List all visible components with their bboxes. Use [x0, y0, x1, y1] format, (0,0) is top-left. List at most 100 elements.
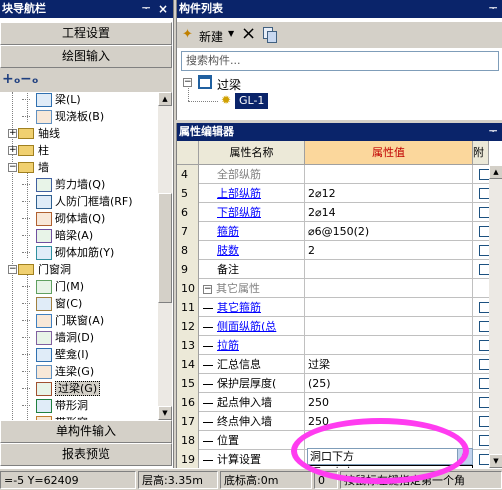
property-value[interactable]	[305, 279, 473, 298]
property-value[interactable]: 过梁	[305, 355, 473, 374]
tree-item[interactable]: 墙洞(D)	[22, 329, 94, 346]
extra-checkbox[interactable]	[479, 264, 489, 275]
property-row[interactable]: 8 肢数 2	[177, 241, 489, 260]
project-settings-button[interactable]: 工程设置	[0, 22, 172, 45]
scroll-down-icon[interactable]: ▼	[489, 454, 502, 468]
collapse-toggle-icon[interactable]: −	[183, 78, 192, 87]
property-row[interactable]: 11 其它箍筋	[177, 298, 489, 317]
property-row[interactable]: 14 汇总信息 过梁	[177, 355, 489, 374]
tree-scrollbar[interactable]: ▲ ▼	[158, 92, 172, 420]
tree-item[interactable]: − 墙	[8, 159, 49, 176]
new-sparkle-icon[interactable]: ✦	[182, 27, 193, 42]
scroll-up-icon[interactable]: ▲	[489, 165, 502, 179]
tree-item[interactable]: 过梁(G)	[22, 380, 101, 397]
scrollbar-thumb[interactable]	[158, 193, 172, 303]
tree-item[interactable]: 现浇板(B)	[22, 108, 104, 125]
property-value[interactable]: 2	[305, 241, 473, 260]
tree-item[interactable]: 砌体墙(Q)	[22, 210, 105, 227]
new-button[interactable]: 新建	[199, 28, 223, 45]
extra-checkbox[interactable]	[479, 340, 489, 351]
property-row[interactable]: 9 备注	[177, 260, 489, 279]
close-icon[interactable]: ×	[158, 0, 168, 18]
tree-item[interactable]: 壁龛(I)	[22, 346, 89, 363]
extra-checkbox[interactable]	[479, 302, 489, 313]
property-value[interactable]: 2⌀14	[305, 203, 473, 222]
component-item-gl1[interactable]: GL-1	[235, 93, 269, 109]
extra-checkbox[interactable]	[479, 397, 489, 408]
tree-item[interactable]: + 柱	[8, 142, 49, 159]
column-header-name[interactable]: 属性名称	[199, 141, 305, 165]
property-row[interactable]: 10− 其它属性	[177, 279, 489, 298]
scroll-down-icon[interactable]: ▼	[158, 406, 172, 420]
property-row[interactable]: 12 侧面纵筋(总	[177, 317, 489, 336]
position-dropdown[interactable]: 洞口下方 ▼	[307, 448, 473, 465]
chevron-down-icon[interactable]: ▼	[228, 29, 234, 38]
extra-checkbox[interactable]	[479, 245, 489, 256]
property-value[interactable]	[305, 336, 473, 355]
property-row[interactable]: 4 全部纵筋	[177, 165, 489, 184]
drawing-input-button[interactable]: 绘图输入	[0, 45, 172, 68]
delete-icon[interactable]: ×	[241, 23, 256, 44]
property-scrollbar[interactable]: ▲ ▼	[489, 165, 502, 468]
extra-checkbox[interactable]	[479, 359, 489, 370]
property-value[interactable]	[305, 260, 473, 279]
column-header-value[interactable]: 属性值	[305, 141, 473, 165]
property-row[interactable]: 5 上部纵筋 2⌀12	[177, 184, 489, 203]
expand-toggle-icon[interactable]: +	[8, 146, 17, 155]
collapse-all-icon[interactable]: −ₒ	[20, 71, 39, 87]
property-value[interactable]	[305, 317, 473, 336]
tree-item[interactable]: 门(M)	[22, 278, 84, 295]
tree-item[interactable]: + 轴线	[8, 125, 60, 142]
tree-item[interactable]: 砌体加筋(Y)	[22, 244, 114, 261]
tree-item[interactable]: − 门窗洞	[8, 261, 71, 278]
expand-toggle-icon[interactable]: +	[8, 129, 17, 138]
collapse-toggle-icon[interactable]: −	[203, 284, 212, 294]
tree-item[interactable]: 梁(L)	[22, 92, 81, 108]
column-header-extra[interactable]: 附加	[473, 141, 489, 165]
property-value[interactable]	[305, 298, 473, 317]
property-row[interactable]: 7 箍筋 ⌀6@150(2)	[177, 222, 489, 241]
pin-icon[interactable]: ᅮ	[489, 123, 497, 141]
extra-checkbox[interactable]	[479, 207, 489, 218]
tree-item[interactable]: 人防门框墙(RF)	[22, 193, 133, 210]
extra-checkbox[interactable]	[479, 321, 489, 332]
tree-item[interactable]: 暗梁(A)	[22, 227, 93, 244]
report-preview-button[interactable]: 报表预览	[0, 443, 172, 466]
row-number: 13	[177, 336, 199, 355]
tree-item[interactable]: 连梁(G)	[22, 363, 94, 380]
property-value[interactable]: ⌀6@150(2)	[305, 222, 473, 241]
extra-checkbox[interactable]	[479, 188, 489, 199]
tree-item[interactable]: 窗(C)	[22, 295, 82, 312]
tree-item[interactable]: 带形洞	[22, 397, 88, 414]
extra-checkbox[interactable]	[479, 226, 489, 237]
property-row[interactable]: 13 拉筋	[177, 336, 489, 355]
property-value[interactable]: (25)	[305, 374, 473, 393]
property-value[interactable]: 2⌀12	[305, 184, 473, 203]
chevron-down-icon[interactable]: ▼	[457, 449, 472, 464]
tree-item[interactable]: 门联窗(A)	[22, 312, 104, 329]
extra-checkbox[interactable]	[479, 416, 489, 427]
property-row[interactable]: 15 保护层厚度((25)	[177, 374, 489, 393]
extra-checkbox[interactable]	[479, 169, 489, 180]
component-root[interactable]: 过梁	[217, 76, 241, 93]
extra-checkbox[interactable]	[479, 435, 489, 446]
component-search-input[interactable]: 搜索构件...	[181, 51, 499, 71]
extra-checkbox[interactable]	[479, 454, 489, 465]
scroll-up-icon[interactable]: ▲	[158, 92, 172, 106]
single-component-input-button[interactable]: 单构件输入	[0, 420, 172, 443]
extra-checkbox[interactable]	[479, 378, 489, 389]
property-value[interactable]	[305, 165, 473, 184]
pin-icon[interactable]: ᅮ	[142, 0, 150, 18]
collapse-toggle-icon[interactable]: −	[8, 163, 17, 172]
expand-all-icon[interactable]: +ₒ	[2, 71, 21, 87]
property-value[interactable]: 250	[305, 393, 473, 412]
pin-icon[interactable]: ᅮ	[489, 0, 497, 18]
status-bottom-height: 底标高:0m	[220, 471, 312, 489]
property-value[interactable]: 250	[305, 412, 473, 431]
collapse-toggle-icon[interactable]: −	[8, 265, 17, 274]
property-row[interactable]: 6 下部纵筋 2⌀14	[177, 203, 489, 222]
tree-item[interactable]: 剪力墙(Q)	[22, 176, 105, 193]
property-row[interactable]: 17 终点伸入墙 250	[177, 412, 489, 431]
property-row[interactable]: 16 起点伸入墙 250	[177, 393, 489, 412]
folder-icon	[18, 263, 34, 275]
